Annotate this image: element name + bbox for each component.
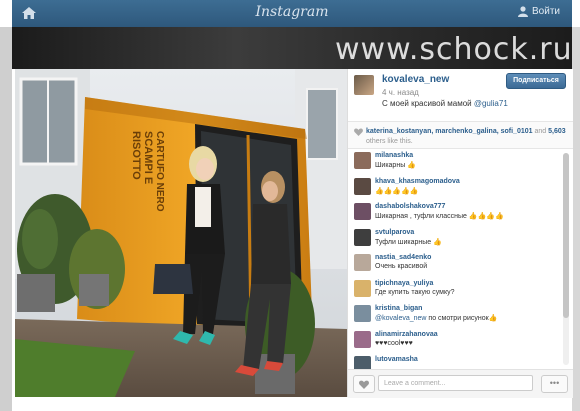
scrollbar-thumb[interactable] — [563, 153, 569, 318]
likes-and: and — [534, 128, 547, 135]
sign-line-2: SCAMPI E — [142, 131, 154, 184]
comment-text: 👍👍👍👍👍 — [375, 187, 419, 195]
avatar[interactable] — [354, 330, 371, 348]
comment-footer: Leave a comment... ••• — [348, 369, 573, 398]
instagram-window: Instagram Войти www.schock.ru RISOTTO SC… — [0, 0, 580, 411]
comment-text: Где купить такую сумку? — [375, 288, 455, 296]
comment-username[interactable]: nastia_sad4enko — [375, 254, 431, 261]
more-options-button[interactable]: ••• — [541, 375, 568, 393]
right-edge — [572, 27, 580, 411]
comment-text: Шикарная , туфли классные 👍👍👍👍 — [375, 213, 504, 220]
comment-text-body: по смотри рисунок👍 — [428, 315, 498, 322]
comment-item: nastia_sad4enko Очень красивой — [348, 251, 563, 277]
likers-list[interactable]: katerina_kostanyan, marchenko_galina, so… — [366, 128, 533, 135]
comment-text: ♥♥♥cool♥♥♥ — [375, 339, 413, 347]
comment-item: svtulparova Туфли шикарные 👍 — [348, 226, 563, 252]
comment-username[interactable]: kristina_bigan — [375, 305, 422, 312]
comment-username[interactable]: svtulparova — [375, 229, 414, 236]
comment-text: Шикарны 👍 — [375, 162, 416, 169]
like-button[interactable] — [353, 375, 375, 393]
comment-input[interactable]: Leave a comment... — [378, 375, 533, 391]
post-username[interactable]: kovaleva_new — [382, 74, 449, 85]
avatar[interactable] — [354, 305, 371, 322]
heart-icon — [354, 128, 363, 136]
post-caption: С моей красивой мамой @gulia71 — [382, 99, 508, 108]
comment-item: khava_khasmagomadova 👍👍👍👍👍 — [348, 175, 563, 201]
follow-button[interactable]: Подписаться — [506, 73, 566, 89]
avatar[interactable] — [354, 177, 371, 195]
comment-username[interactable]: milanashka — [375, 152, 413, 159]
likes-text: katerina_kostanyan, marchenko_galina, so… — [366, 127, 566, 147]
post-time: 4 ч. назад — [382, 88, 419, 97]
comment-item: alinamirzahanovaa ♥♥♥cool♥♥♥ — [348, 328, 563, 354]
comment-item: milanashka Шикарны 👍 — [348, 149, 563, 175]
comment-username[interactable]: tipichnaya_yuliya — [375, 280, 433, 287]
comments-list: milanashka Шикарны 👍 khava_khasmagomadov… — [348, 149, 563, 369]
comment-username[interactable]: alinamirzahanovaa — [375, 331, 438, 338]
likes-count[interactable]: 5,603 — [548, 128, 566, 135]
avatar[interactable] — [354, 254, 371, 271]
login-label: Войти — [532, 6, 560, 17]
comment-item: lutovamasha — [348, 353, 563, 369]
login-button[interactable]: Войти — [518, 6, 560, 17]
avatar[interactable] — [354, 279, 371, 297]
avatar[interactable] — [354, 75, 374, 95]
avatar[interactable] — [354, 152, 371, 169]
top-bar: Instagram Войти — [12, 0, 572, 27]
comment-username[interactable]: khava_khasmagomadova — [375, 178, 460, 185]
instagram-logo[interactable]: Instagram — [12, 4, 572, 20]
heart-icon — [359, 380, 369, 389]
caption-text: С моей красивой мамой — [382, 99, 472, 108]
comment-username[interactable]: dashabolshakova777 — [375, 203, 445, 210]
likes-suffix: others like this. — [366, 138, 413, 145]
user-icon — [518, 6, 529, 17]
comment-text: Очень красивой — [375, 263, 428, 270]
comments-scrollbar[interactable] — [563, 153, 569, 365]
post-side-panel: kovaleva_new Подписаться 4 ч. назад С мо… — [347, 69, 573, 398]
caption-mention[interactable]: @gulia71 — [474, 99, 508, 108]
comment-item: tipichnaya_yuliya Где купить такую сумку… — [348, 277, 563, 303]
left-edge — [0, 27, 12, 411]
sign-line-3: CARTUFO NERO — [154, 131, 165, 212]
comment-text: Туфли шикарные 👍 — [375, 238, 442, 246]
comment-mention[interactable]: @kovaleva_new — [375, 315, 426, 322]
sign-line-1: RISOTTO — [130, 131, 142, 180]
likes-summary: katerina_kostanyan, marchenko_galina, so… — [348, 121, 573, 149]
avatar[interactable] — [354, 203, 371, 220]
comment-username[interactable]: lutovamasha — [375, 356, 418, 363]
avatar[interactable] — [354, 356, 371, 369]
comment-item: dashabolshakova777 Шикарная , туфли клас… — [348, 200, 563, 226]
comment-text: @kovaleva_new по смотри рисунок👍 — [375, 314, 497, 322]
watermark-text: www.schock.ru — [335, 32, 573, 67]
comment-item: kristina_bigan @kovaleva_new по смотри р… — [348, 302, 563, 328]
avatar[interactable] — [354, 228, 371, 246]
post-photo[interactable]: RISOTTO SCAMPI E CARTUFO NERO — [15, 69, 347, 397]
post-header: kovaleva_new Подписаться 4 ч. назад С мо… — [348, 69, 573, 121]
